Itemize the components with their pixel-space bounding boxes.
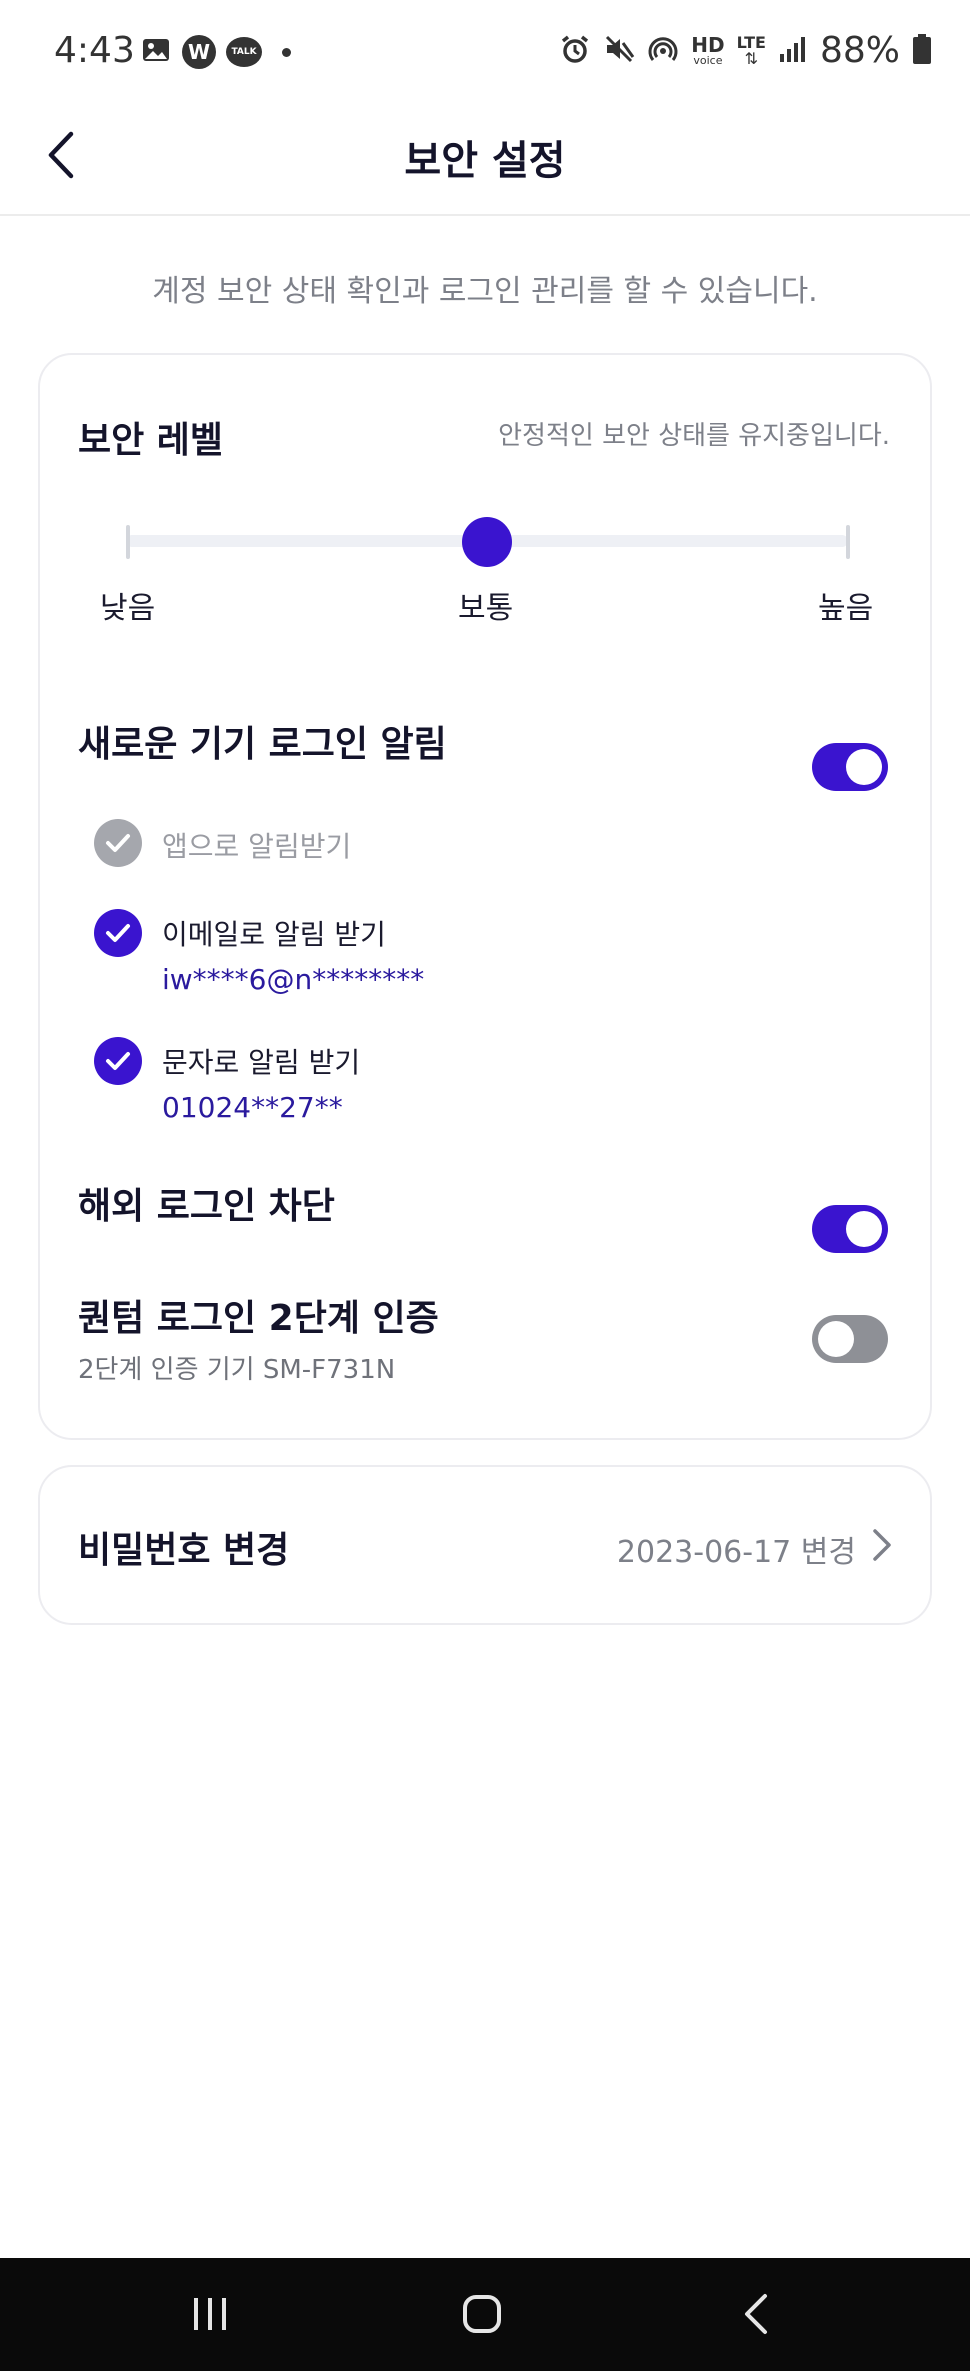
gallery-icon [140, 34, 172, 70]
app-alert-label: 앱으로 알림받기 [162, 830, 352, 863]
home-icon [463, 2295, 501, 2333]
toggle-knob [818, 1321, 854, 1357]
battery-icon [912, 33, 932, 69]
home-button[interactable] [452, 2286, 512, 2342]
two-factor-title: 퀀텀 로그인 2단계 인증 [78, 1298, 439, 1339]
notification-icons: W TALK [140, 34, 291, 70]
mute-icon [603, 33, 635, 69]
level-label-high: 높음 [818, 591, 874, 626]
new-device-alert-toggle[interactable] [812, 743, 888, 791]
two-factor-toggle[interactable] [812, 1315, 888, 1363]
check-icon [106, 1052, 130, 1070]
page-title: 보안 설정 [404, 138, 566, 184]
level-label-low: 낮음 [100, 591, 156, 626]
overseas-block-toggle[interactable] [812, 1205, 888, 1253]
w-app-icon: W [182, 35, 216, 69]
security-level-status: 안정적인 보안 상태를 유지중입니다. [498, 421, 890, 451]
two-factor-device: 2단계 인증 기기 SM-F731N [78, 1355, 396, 1385]
nav-back-button[interactable] [726, 2286, 786, 2342]
chevron-right-icon [862, 1525, 902, 1565]
recent-apps-icon [194, 2298, 226, 2330]
lte-icon: LTE ⇅ [736, 32, 766, 68]
check-icon [106, 924, 130, 942]
level-tick-low [126, 525, 130, 559]
security-settings-card: 보안 레벨 안정적인 보안 상태를 유지중입니다. 낮음 보통 높음 새로운 기… [38, 353, 932, 1440]
level-label-medium: 보통 [458, 591, 514, 626]
hotspot-icon [647, 33, 679, 69]
email-alert-checkbox[interactable] [94, 909, 142, 957]
check-icon [106, 834, 130, 852]
app-alert-checkbox[interactable] [94, 819, 142, 867]
sms-alert-checkbox[interactable] [94, 1037, 142, 1085]
toggle-knob [846, 749, 882, 785]
hd-voice-icon: HD voice [691, 33, 725, 67]
toggle-knob [846, 1211, 882, 1247]
alarm-icon [559, 33, 591, 69]
talk-icon: TALK [226, 37, 262, 67]
page-description: 계정 보안 상태 확인과 로그인 관리를 할 수 있습니다. [152, 274, 818, 309]
battery-percent: 88% [819, 30, 900, 71]
security-level-thumb[interactable] [462, 517, 512, 567]
status-bar: 4:43 W TALK HD voice LTE ⇅ 88% [0, 0, 970, 100]
password-change-date: 2023-06-17 변경 [616, 1535, 856, 1570]
level-tick-high [846, 525, 850, 559]
system-icons: HD voice LTE ⇅ 88% [559, 30, 932, 71]
security-level-title: 보안 레벨 [78, 420, 224, 461]
sms-alert-value: 01024**27** [162, 1091, 343, 1124]
overseas-block-title: 해외 로그인 차단 [78, 1186, 335, 1227]
dot-icon [282, 47, 291, 57]
back-icon [745, 2294, 767, 2334]
new-device-alert-title: 새로운 기기 로그인 알림 [78, 724, 447, 765]
signal-icon [778, 34, 808, 68]
password-change-title: 비밀번호 변경 [78, 1530, 290, 1571]
email-alert-label: 이메일로 알림 받기 [162, 918, 386, 951]
password-change-row[interactable]: 비밀번호 변경 2023-06-17 변경 [38, 1465, 932, 1625]
system-nav-bar [0, 2258, 970, 2371]
sms-alert-label: 문자로 알림 받기 [162, 1046, 361, 1079]
email-alert-value: iw****6@n******** [162, 963, 425, 996]
app-header: 보안 설정 [0, 100, 970, 216]
status-time: 4:43 [54, 30, 135, 71]
recent-apps-button[interactable] [180, 2286, 240, 2342]
